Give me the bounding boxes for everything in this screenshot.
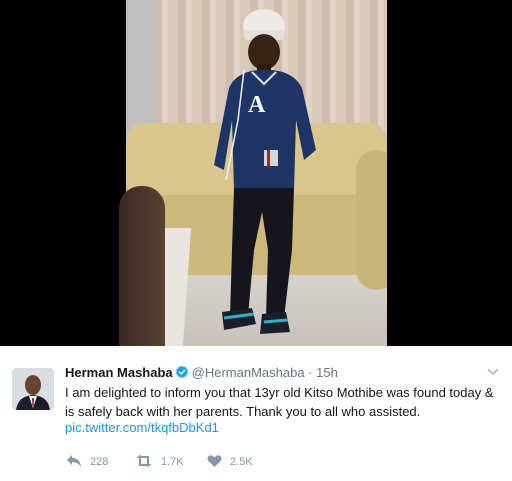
tweet[interactable]: Herman Mashaba @HermanMashaba · 15h I am… [0, 346, 512, 481]
reply-button[interactable]: 228 [66, 454, 108, 470]
retweet-icon [136, 454, 152, 468]
media-link[interactable]: pic.twitter.com/tkqfbDbKd1 [65, 418, 219, 437]
tweet-header: Herman Mashaba @HermanMashaba · 15h [65, 364, 338, 382]
avatar-image [12, 368, 54, 410]
like-button[interactable]: 2.5K [207, 454, 253, 470]
retweet-button[interactable]: 1.7K [135, 454, 184, 470]
author-handle[interactable]: @HermanMashaba [192, 365, 305, 380]
heart-icon [207, 455, 222, 467]
verified-badge-icon [175, 365, 188, 379]
holding-thumb [119, 186, 165, 346]
tweet-media[interactable]: A [0, 0, 512, 346]
author-name[interactable]: Herman Mashaba [65, 365, 173, 380]
reply-icon [67, 455, 81, 467]
svg-text:A: A [248, 92, 266, 118]
avatar[interactable] [12, 368, 54, 410]
chevron-down-icon[interactable] [487, 366, 499, 378]
separator-dot: · [308, 365, 313, 380]
retweet-count: 1.7K [161, 456, 184, 468]
like-count: 2.5K [230, 456, 253, 468]
tweet-timestamp[interactable]: 15h [316, 365, 338, 380]
reply-count: 228 [90, 456, 109, 468]
tweet-text: I am delighted to inform you that 13yr o… [65, 385, 494, 419]
